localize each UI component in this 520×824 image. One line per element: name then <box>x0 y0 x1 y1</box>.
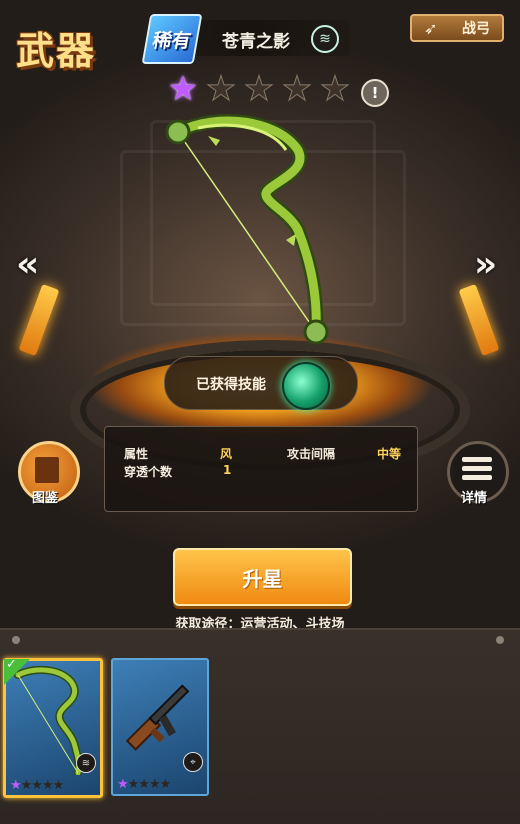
rarity-badge: 稀有 <box>141 14 203 64</box>
rivet <box>12 636 20 644</box>
star-empty: ★ <box>319 69 351 109</box>
upgrade-star-button[interactable]: 升星 <box>173 548 352 606</box>
page-title: 武器 <box>16 29 97 73</box>
stat-label: 攻击间隔 <box>287 447 336 461</box>
book-icon <box>35 457 59 483</box>
card-star-rating: ★★★★★ <box>117 777 171 792</box>
weapon-card-bow[interactable]: ✓ ≋ ★★★★★ <box>3 658 103 798</box>
info-icon[interactable]: ! <box>361 79 389 107</box>
card-star-rating: ★★★★★ <box>10 778 64 793</box>
stat-label: 属性 <box>124 447 149 461</box>
weapon-card-rifle[interactable]: ⌖ ★★★★★ <box>111 658 209 796</box>
wind-icon: ≋ <box>311 25 339 53</box>
previous-weapon-arrow[interactable]: « <box>16 244 39 285</box>
stat-value: 1 <box>223 463 232 477</box>
list-icon <box>462 457 492 484</box>
star-filled: ★ <box>167 69 199 109</box>
codex-label: 图鉴 <box>32 491 59 506</box>
stat-label: 穿透个数 <box>124 465 173 479</box>
star-empty: ★ <box>281 69 313 109</box>
star-rating: ★ ★ ★ ★ ★ <box>166 69 352 109</box>
details-label: 详情 <box>461 491 488 506</box>
weapon-type-button[interactable]: ➶ 战弓 <box>410 14 504 42</box>
stat-value: 风 <box>220 447 233 461</box>
skill-label: 已获得技能 <box>196 377 266 393</box>
wind-icon: ≋ <box>76 753 96 773</box>
star-empty: ★ <box>205 69 237 109</box>
weapon-name: 苍青之影 <box>222 32 290 52</box>
stat-value: 中等 <box>377 447 402 461</box>
rivet <box>496 636 504 644</box>
weapon-type-label: 战弓 <box>462 21 490 37</box>
bow-weapon-image <box>165 114 329 345</box>
bow-icon: ➶ <box>424 19 438 38</box>
next-weapon-arrow[interactable]: » <box>474 244 497 285</box>
crosshair-icon: ⌖ <box>183 752 203 772</box>
star-empty: ★ <box>243 69 275 109</box>
wind-skill-icon[interactable] <box>282 362 330 410</box>
